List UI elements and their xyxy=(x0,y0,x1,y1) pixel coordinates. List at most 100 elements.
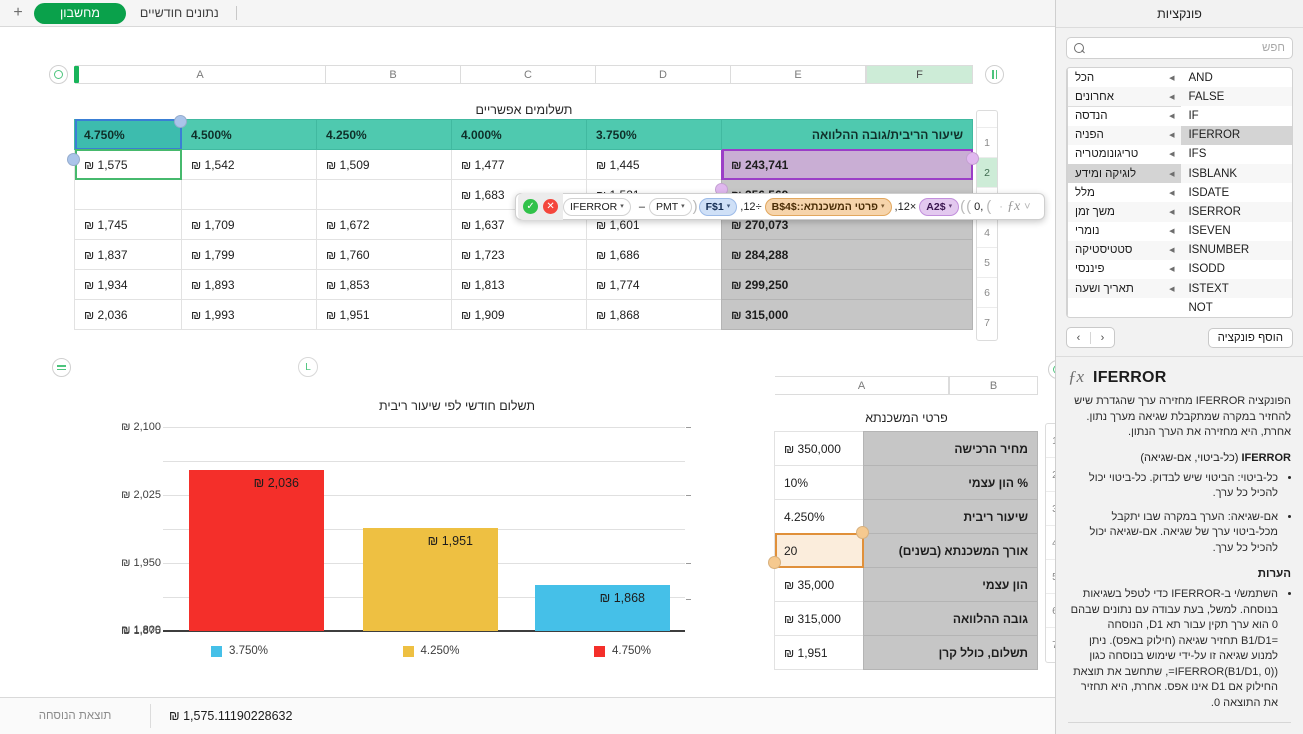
formula-options-dots-right[interactable]: · xyxy=(999,201,1003,213)
tab-monthly-data[interactable]: נתונים חודשיים xyxy=(132,3,227,23)
category-item-engineering[interactable]: הנדסה ◀ xyxy=(1068,107,1181,125)
category-item-text[interactable]: מלל ◀ xyxy=(1068,183,1181,202)
category-item-logic-info[interactable]: לוגיקה ומידע ◀ xyxy=(1068,164,1181,183)
details-row-number-7[interactable]: 7 xyxy=(1046,628,1055,662)
category-item-statistics[interactable]: סטטיסטיקה ◀ xyxy=(1068,241,1181,260)
details-row-number-4[interactable]: 4 xyxy=(1046,526,1055,560)
payment-c5[interactable]: 1,723 ₪ xyxy=(452,240,587,270)
legend-item-4750[interactable]: 4.750% xyxy=(594,645,651,657)
detail-label-total-payment[interactable]: תשלום, כולל קרן xyxy=(864,636,1038,670)
header-label-cell[interactable]: שיעור הריבית/גובה ההלוואה xyxy=(722,120,973,150)
category-item-all[interactable]: הכל ◀ xyxy=(1068,68,1181,87)
category-item-recent[interactable]: אחרונים ◀ xyxy=(1068,87,1181,106)
formula-editor-bar[interactable]: ✓ ✕ IFERROR ▾ – PMT ▾ ( F xyxy=(515,193,1045,220)
legend-item-3750[interactable]: 3.750% xyxy=(211,645,268,657)
payment-b7[interactable]: 1,868 ₪ xyxy=(587,300,722,330)
table-rows-handle[interactable] xyxy=(49,65,68,84)
payment-d7[interactable]: 1,951 ₪ xyxy=(317,300,452,330)
pager-next-button[interactable]: › xyxy=(1067,332,1090,344)
column-header-a[interactable]: A xyxy=(75,65,326,84)
row-number-2[interactable]: 2 xyxy=(977,158,997,188)
payment-e4[interactable]: 1,709 ₪ xyxy=(182,210,317,240)
detail-value-term-years[interactable]: 20 xyxy=(775,534,864,568)
details-row-number-6[interactable]: 6 xyxy=(1046,594,1055,628)
pager-prev-button[interactable]: ‹ xyxy=(1091,332,1114,344)
selection-handle-f1-bottom[interactable] xyxy=(67,153,80,166)
payment-c7[interactable]: 1,909 ₪ xyxy=(452,300,587,330)
payments-chart[interactable]: תשלום חודשי לפי שיעור ריבית 1,868 ₪ xyxy=(157,399,757,684)
formula-options-dots-left[interactable]: ˅ xyxy=(1024,201,1030,213)
add-sheet-button[interactable]: + xyxy=(8,3,28,23)
table-columns-handle[interactable] xyxy=(985,65,1004,84)
loan-amount-a6[interactable]: 299,250 ₪ xyxy=(722,270,973,300)
detail-label-term-years[interactable]: אורך המשכנתא (בשנים) xyxy=(864,534,1038,568)
row-number-7[interactable]: 7 xyxy=(977,308,997,338)
payment-f6[interactable]: 1,934 ₪ xyxy=(75,270,182,300)
category-item-numeric[interactable]: נומרי ◀ xyxy=(1068,222,1181,241)
search-input[interactable] xyxy=(1090,42,1285,54)
selection-handle-b4-top[interactable] xyxy=(856,526,869,539)
selection-handle-a2-top[interactable] xyxy=(966,152,979,165)
rate-cell-b1[interactable]: 3.750% xyxy=(587,120,722,150)
detail-value-interest-rate[interactable]: 4.250% xyxy=(775,500,864,534)
payment-c6[interactable]: 1,813 ₪ xyxy=(452,270,587,300)
detail-label-loan-amount[interactable]: גובה ההלוואה xyxy=(864,602,1038,636)
details-table-handle[interactable] xyxy=(1048,360,1055,379)
cancel-formula-button[interactable]: ✕ xyxy=(543,199,558,214)
selection-handle-b4-bottom[interactable] xyxy=(768,556,781,569)
selection-handle-f1-top[interactable] xyxy=(174,115,187,128)
table-row-add-handle[interactable] xyxy=(52,358,71,377)
function-item-isodd[interactable]: ISODD xyxy=(1181,260,1292,279)
detail-label-down-payment-pct[interactable]: % הון עצמי xyxy=(864,466,1038,500)
category-item-financial[interactable]: פיננסי ◀ xyxy=(1068,260,1181,279)
function-item-isblank[interactable]: ISBLANK xyxy=(1181,164,1292,183)
token-pmt[interactable]: PMT ▾ xyxy=(649,198,692,216)
payment-e7[interactable]: 1,993 ₪ xyxy=(182,300,317,330)
token-iferror[interactable]: IFERROR ▾ xyxy=(563,198,631,216)
payment-d6[interactable]: 1,853 ₪ xyxy=(317,270,452,300)
payment-f4[interactable]: 1,745 ₪ xyxy=(75,210,182,240)
payment-d5[interactable]: 1,760 ₪ xyxy=(317,240,452,270)
detail-value-down-payment-pct[interactable]: 10% xyxy=(775,466,864,500)
function-pager[interactable]: › ‹ xyxy=(1066,327,1115,348)
chart-handle-icon[interactable]: L xyxy=(298,357,318,377)
details-column-header-b[interactable]: B xyxy=(949,376,1038,395)
details-row-number-2[interactable]: 2 xyxy=(1046,458,1055,492)
token-rate-ref[interactable]: F$1 ▾ xyxy=(699,198,738,216)
function-item-false[interactable]: FALSE xyxy=(1181,87,1292,106)
function-item-not[interactable]: NOT xyxy=(1181,298,1292,317)
column-header-d[interactable]: D xyxy=(596,65,731,84)
rate-cell-d1[interactable]: 4.250% xyxy=(317,120,452,150)
payment-f7[interactable]: 2,036 ₪ xyxy=(75,300,182,330)
row-number-6[interactable]: 6 xyxy=(977,278,997,308)
column-header-f[interactable]: F xyxy=(866,65,973,84)
payment-d4[interactable]: 1,672 ₪ xyxy=(317,210,452,240)
token-amount-ref[interactable]: $A2 ▾ xyxy=(919,198,959,216)
row-number-1[interactable]: 1 xyxy=(977,128,997,158)
accept-formula-button[interactable]: ✓ xyxy=(523,199,538,214)
column-header-e[interactable]: E xyxy=(731,65,866,84)
function-item-isdate[interactable]: ISDATE xyxy=(1181,183,1292,202)
bar-4750[interactable] xyxy=(189,470,324,631)
details-row-number-5[interactable]: 5 xyxy=(1046,560,1055,594)
payment-e5[interactable]: 1,799 ₪ xyxy=(182,240,317,270)
search-box[interactable] xyxy=(1066,37,1293,59)
detail-value-purchase-price[interactable]: 350,000 ₪ xyxy=(775,432,864,466)
function-item-iserror[interactable]: ISERROR xyxy=(1181,202,1292,221)
tab-calculator[interactable]: מחשבון xyxy=(34,3,126,24)
payment-e3[interactable] xyxy=(182,180,317,210)
detail-label-purchase-price[interactable]: מחיר הרכישה xyxy=(864,432,1038,466)
detail-value-equity[interactable]: 35,000 ₪ xyxy=(775,568,864,602)
function-item-if[interactable]: IF xyxy=(1181,106,1292,125)
loan-amount-a5[interactable]: 284,288 ₪ xyxy=(722,240,973,270)
payment-f5[interactable]: 1,837 ₪ xyxy=(75,240,182,270)
function-item-iseven[interactable]: ISEVEN xyxy=(1181,222,1292,241)
function-item-istext[interactable]: ISTEXT xyxy=(1181,279,1292,298)
payment-f3[interactable] xyxy=(75,180,182,210)
function-item-iferror[interactable]: IFERROR xyxy=(1181,126,1292,145)
add-function-button[interactable]: הוסף פונקציה xyxy=(1208,328,1293,348)
legend-item-4250[interactable]: 4.250% xyxy=(403,645,460,657)
function-item-isnumber[interactable]: ISNUMBER xyxy=(1181,241,1292,260)
payment-c2[interactable]: 1,477 ₪ xyxy=(452,150,587,180)
function-item-ifs[interactable]: IFS xyxy=(1181,145,1292,164)
